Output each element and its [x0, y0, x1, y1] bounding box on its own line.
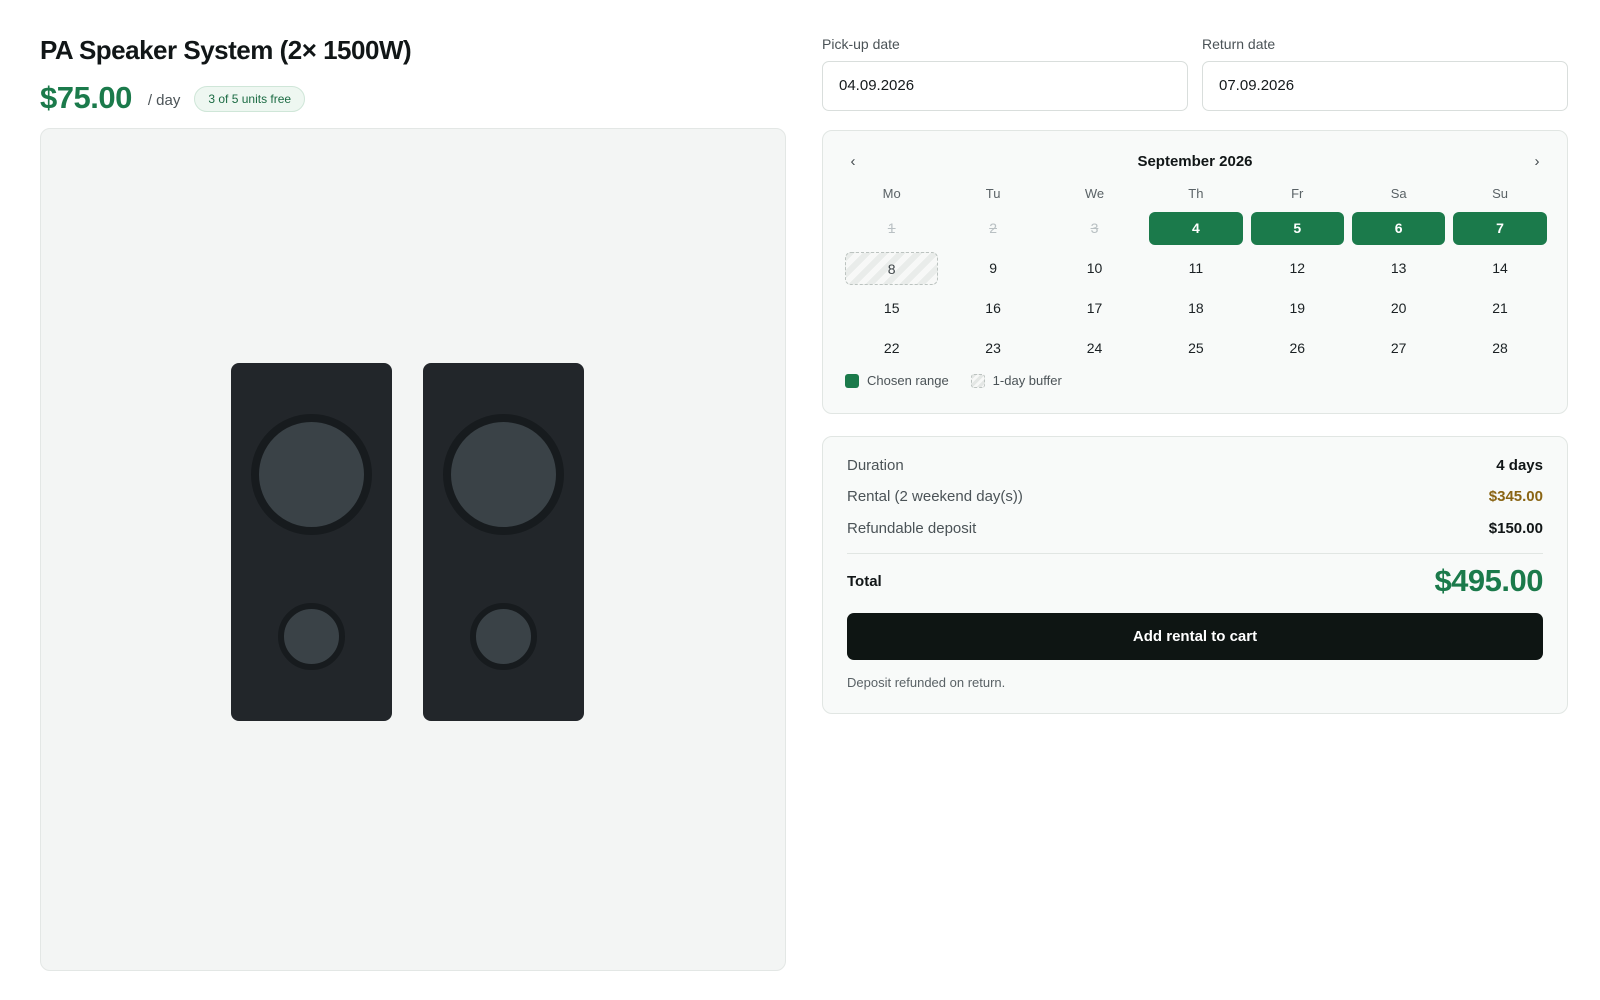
- weekday-label: Th: [1188, 186, 1204, 201]
- calendar-day[interactable]: 18: [1149, 292, 1242, 325]
- deposit-note: Deposit refunded on return.: [847, 675, 1006, 690]
- buffer-swatch: [970, 373, 985, 388]
- date-fields: Pick-up date 04.09.2026 Return date 07.0…: [822, 30, 1568, 111]
- calendar-day[interactable]: 20: [1352, 292, 1445, 325]
- weekday-label: Mo: [882, 186, 901, 201]
- chevron-right-icon[interactable]: ›: [1529, 153, 1545, 170]
- price-unit: / day: [147, 91, 181, 109]
- rental-row: Rental (2 weekend day(s)) $345.00: [847, 488, 1543, 505]
- weekday-label: Tu: [985, 186, 1001, 201]
- pickup-date-field: Pick-up date 04.09.2026: [822, 30, 1188, 111]
- legend-chosen-label: Chosen range: [867, 373, 949, 388]
- calendar-day-selected[interactable]: 4: [1149, 212, 1243, 245]
- woofer-cone: [443, 414, 564, 535]
- calendar-day[interactable]: 22: [845, 332, 938, 365]
- tweeter-cone: [278, 603, 345, 670]
- calendar-day-selected[interactable]: 5: [1250, 212, 1344, 245]
- add-to-cart-button[interactable]: Add rental to cart: [847, 613, 1543, 660]
- total-value: $495.00: [1434, 563, 1543, 598]
- availability-badge: 3 of 5 units free: [194, 86, 306, 112]
- calendar-day[interactable]: 11: [1149, 252, 1242, 285]
- weekday-label: Sa: [1390, 186, 1407, 201]
- return-date-field: Return date 07.09.2026: [1202, 30, 1568, 111]
- calendar-day[interactable]: 16: [946, 292, 1039, 325]
- calendar-day[interactable]: 12: [1251, 252, 1344, 285]
- product-image: [40, 128, 786, 971]
- duration-value: 4 days: [1496, 457, 1543, 474]
- price-summary: Duration 4 days Rental (2 weekend day(s)…: [822, 436, 1568, 714]
- availability-calendar: ‹ September 2026 › Mo Tu We Th Fr Sa Su …: [822, 130, 1568, 414]
- calendar-day[interactable]: 24: [1048, 332, 1141, 365]
- calendar-day-buffer: 8: [845, 252, 939, 285]
- calendar-day-disabled: 2: [989, 220, 997, 236]
- calendar-day[interactable]: 19: [1251, 292, 1344, 325]
- weekday-label: Fr: [1291, 186, 1304, 201]
- return-date-input[interactable]: 07.09.2026: [1202, 61, 1568, 111]
- calendar-grid: Mo Tu We Th Fr Sa Su 1 2 3 4 5 6 7 8 9 10 11 12 13 14…: [845, 183, 1547, 365]
- price-row: $75.00 / day 3 of 5 units free: [40, 78, 786, 118]
- calendar-day[interactable]: 23: [946, 332, 1039, 365]
- deposit-label: Refundable deposit: [847, 520, 977, 537]
- return-date-label: Return date: [1202, 36, 1276, 52]
- total-label: Total: [847, 572, 882, 590]
- calendar-month: September 2026: [1137, 153, 1253, 170]
- calendar-day[interactable]: 10: [1048, 252, 1141, 285]
- pickup-date-input[interactable]: 04.09.2026: [822, 61, 1188, 111]
- duration-label: Duration: [847, 457, 904, 474]
- pickup-date-label: Pick-up date: [822, 36, 900, 52]
- calendar-day[interactable]: 25: [1149, 332, 1242, 365]
- tweeter-cone: [470, 603, 537, 670]
- product-header: PA Speaker System (2× 1500W) $75.00 / da…: [40, 30, 786, 118]
- calendar-day[interactable]: 28: [1453, 332, 1546, 365]
- calendar-day[interactable]: 17: [1048, 292, 1141, 325]
- daily-price: $75.00: [40, 80, 132, 115]
- calendar-day-disabled: 1: [887, 220, 896, 236]
- deposit-value: $150.00: [1488, 520, 1543, 537]
- calendar-day[interactable]: 14: [1453, 252, 1546, 285]
- product-title: PA Speaker System (2× 1500W): [40, 35, 412, 65]
- calendar-day[interactable]: 9: [946, 252, 1039, 285]
- weekday-label: We: [1084, 186, 1105, 201]
- speaker-right-illustration: [423, 363, 584, 721]
- rental-label: Rental (2 weekend day(s)): [847, 488, 1023, 505]
- summary-divider: [847, 553, 1543, 554]
- woofer-cone: [251, 414, 372, 535]
- weekday-label: Su: [1492, 186, 1508, 201]
- rental-value: $345.00: [1488, 488, 1543, 505]
- calendar-day-selected[interactable]: 6: [1351, 212, 1446, 245]
- calendar-header: ‹ September 2026 ›: [845, 151, 1545, 173]
- total-row: Total $495.00: [847, 563, 1543, 599]
- calendar-day-disabled: 3: [1090, 220, 1099, 236]
- calendar-day[interactable]: 27: [1352, 332, 1445, 365]
- duration-row: Duration 4 days: [847, 457, 1543, 474]
- chosen-range-swatch: [845, 373, 859, 388]
- calendar-day[interactable]: 13: [1352, 252, 1445, 285]
- calendar-day-selected[interactable]: 7: [1453, 212, 1547, 245]
- calendar-legend: Chosen range 1-day buffer: [845, 373, 1062, 388]
- calendar-day[interactable]: 15: [845, 292, 938, 325]
- calendar-day[interactable]: 26: [1251, 332, 1344, 365]
- calendar-day[interactable]: 21: [1453, 292, 1546, 325]
- deposit-row: Refundable deposit $150.00: [847, 520, 1543, 537]
- legend-buffer-label: 1-day buffer: [992, 373, 1062, 388]
- speaker-left-illustration: [231, 363, 392, 721]
